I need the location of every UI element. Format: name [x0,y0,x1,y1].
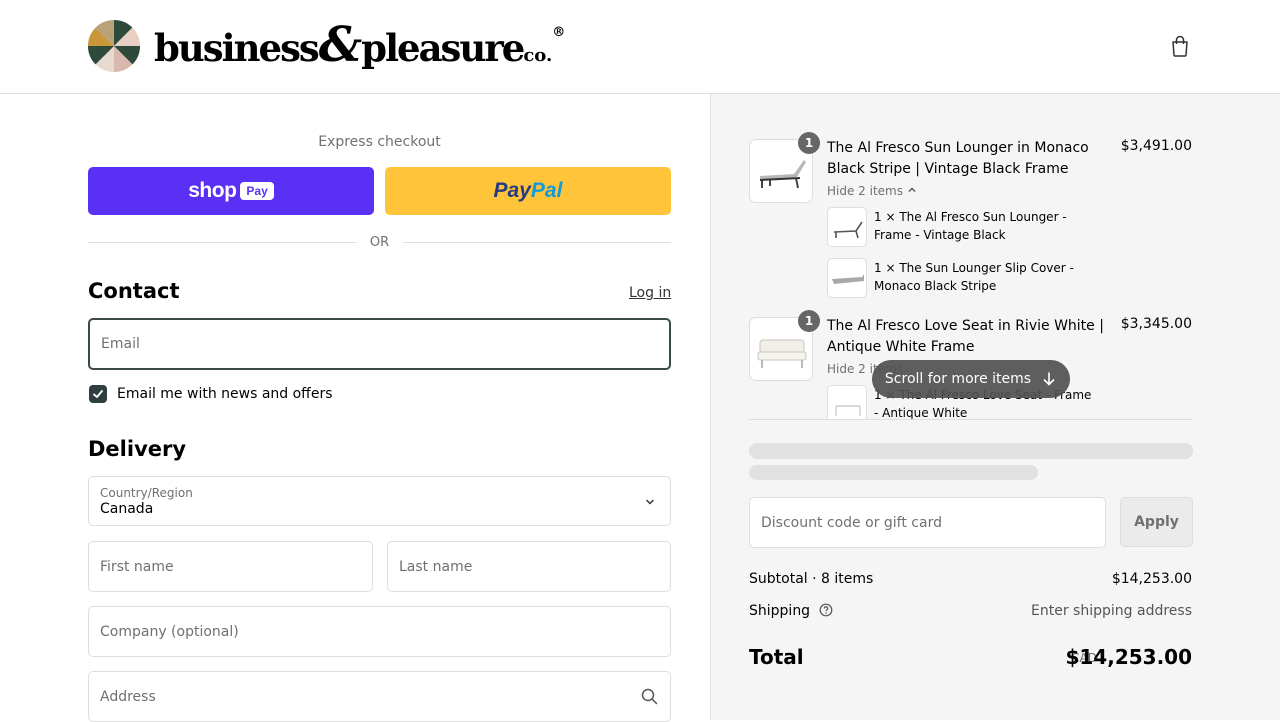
newsletter-label: Email me with news and offers [117,386,333,402]
email-field-wrapper [88,318,671,370]
brand-registered: ® [552,25,566,40]
sub-item-label: 1 × The Al Fresco Sun Lounger - Frame - … [874,210,1067,242]
brand-wordmark[interactable]: business&pleasureco. ® [154,17,565,84]
brand-ampersand: & [318,17,362,73]
shop-pay-label: shop [188,179,237,202]
sub-item-thumbnail [827,258,867,298]
scroll-more-button[interactable]: Scroll for more items [872,360,1070,398]
quantity-badge: 1 [798,310,820,332]
checkout-form: Express checkout shop Pay Pay Pal OR Cont… [0,94,710,722]
chevron-down-icon [646,499,654,505]
shop-pay-button[interactable]: shop Pay [88,167,374,215]
hide-items-toggle[interactable]: Hide 2 items [827,184,917,198]
company-wrapper [88,606,671,657]
express-checkout-title: Express checkout [318,134,441,150]
total-value: $14,253.00 [1065,645,1192,669]
last-name-field[interactable] [388,542,670,591]
shipping-label: Shipping [749,603,811,619]
sub-item-thumbnail [827,207,867,247]
paypal-label-part2: Pal [530,179,563,202]
brand-co: co. [523,45,553,66]
shipping-row: Shipping [749,603,833,619]
discount-code-field[interactable] [750,498,1105,547]
country-select[interactable]: Country/Region Canada [88,476,671,526]
arrow-down-icon [1043,372,1055,386]
product-name: The Al Fresco Love Seat in Rivie White |… [827,318,1104,355]
company-field[interactable] [89,607,670,656]
newsletter-checkbox[interactable] [89,385,107,403]
product-price: $3,345.00 [1120,316,1192,332]
address-field[interactable] [89,672,670,721]
subtotal-label: Subtotal · 8 items [749,571,874,587]
chevron-up-icon [908,187,916,192]
search-icon [641,688,658,705]
contact-title: Contact [88,279,180,303]
divider-line [88,241,356,243]
loading-skeleton [749,465,1038,480]
address-wrapper [88,671,671,722]
sub-item-thumbnail [827,385,867,419]
paypal-label-part1: Pay [493,179,531,202]
country-value: Canada [100,501,154,517]
sub-item-label: 1 × The Sun Lounger Slip Cover - Monaco … [874,261,1074,293]
scroll-hint-label: Scroll for more items [884,371,1032,387]
hide-items-label: Hide 2 items [827,184,903,198]
total-label: Total [749,645,804,669]
checkmark-icon [93,390,103,398]
delivery-title: Delivery [88,437,187,461]
brand-logo-icon[interactable] [88,20,140,72]
country-label: Country/Region [100,486,193,500]
shop-pay-badge: Pay [240,182,274,200]
shopping-bag-icon[interactable] [1168,34,1192,58]
paypal-button[interactable]: Pay Pal [385,167,671,215]
love-seat-frame-image-icon [835,405,861,416]
or-divider: OR [88,234,672,250]
login-link[interactable]: Log in [629,285,671,301]
email-field[interactable] [90,320,669,368]
product-name: The Al Fresco Sun Lounger in Monaco Blac… [827,140,1089,177]
or-label: OR [369,234,390,250]
brand-second: pleasure [361,26,525,70]
help-circle-icon[interactable] [819,603,833,617]
site-header: business&pleasureco. ® [0,0,1280,94]
subtotal-value: $14,253.00 [1111,571,1192,587]
slip-cover-image-icon [832,274,864,284]
discount-wrapper [749,497,1106,548]
first-name-field[interactable] [89,542,372,591]
quantity-badge: 1 [798,132,820,154]
order-summary: 1 The Al Fresco Sun Lounger in Monaco Bl… [710,94,1280,720]
last-name-wrapper [387,541,671,592]
divider-line [403,241,672,243]
lounger-frame-image-icon [833,221,863,239]
apply-discount-button[interactable]: Apply [1120,497,1193,547]
loading-skeleton [749,443,1193,459]
first-name-wrapper [88,541,373,592]
items-divider [749,419,1193,420]
brand-main: business [154,26,320,70]
product-price: $3,491.00 [1120,138,1192,154]
shipping-value: Enter shipping address [1031,603,1192,619]
